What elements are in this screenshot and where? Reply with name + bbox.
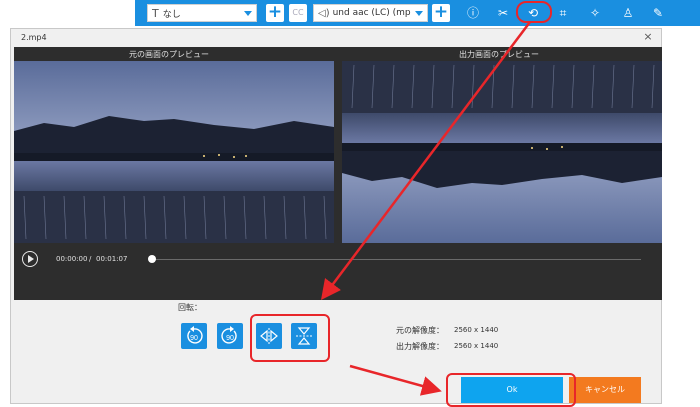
original-preview-label: 元の画面のプレビュー [129,50,209,59]
effects-icon[interactable]: ✧ [585,3,605,23]
rotate-left-text: 90 [190,335,198,342]
top-toolbar: T なし + CC ◁) und aac (LC) (mp + ⓘ ✂ ⟲ ⌗ … [135,0,700,26]
original-resolution-label: 元の解像度： [396,326,444,335]
info-icon[interactable]: ⓘ [463,3,483,23]
rotate-left-icon: 90 [187,326,203,344]
screen: T なし + CC ◁) und aac (LC) (mp + ⓘ ✂ ⟲ ⌗ … [0,0,700,407]
speaker-icon: ◁) [318,7,330,19]
text-icon: T [152,6,159,20]
cut-icon[interactable]: ✂ [493,3,513,23]
seek-track[interactable] [151,259,641,260]
output-preview-image [342,61,662,243]
playback-controls: 00:00:00 / 00:01:07 [14,247,662,271]
rotate-right-icon: 90 [221,326,237,344]
edit-icon[interactable]: ✎ [648,3,668,23]
output-resolution-value: 2560 x 1440 [454,342,499,350]
current-time: 00:00:00 [56,255,88,263]
cancel-button[interactable]: キャンセル [569,377,641,403]
rotate-left-button[interactable]: 90 [181,323,207,349]
flip-buttons-highlight [250,314,330,362]
crop-icon[interactable]: ⌗ [553,3,573,23]
preview-area: 元の画面のプレビュー 出力画面のプレビュー 00:00:00 / 00:01:0… [14,47,662,300]
dialog-title: 2.mp4 [21,33,47,42]
rotate-label: 回転： [178,303,202,312]
original-preview-image [14,61,334,243]
subtitle-select[interactable]: T なし [147,4,257,22]
output-preview-label: 出力画面のプレビュー [459,50,539,59]
add-subtitle-button[interactable]: + [266,4,284,22]
chevron-down-icon [415,11,423,16]
output-resolution-label: 出力解像度： [396,342,444,351]
play-icon[interactable] [22,251,38,267]
add-audio-button[interactable]: + [432,4,450,22]
rotate-dialog: 2.mp4 × 元の画面のプレビュー 出力画面のプレビュー 00:00:00 /… [10,28,662,404]
total-time: 00:01:07 [96,255,128,263]
cc-button[interactable]: CC [289,4,307,22]
time-separator: / [89,255,92,263]
subtitle-select-value: なし [162,9,181,20]
chevron-down-icon [244,11,252,16]
watermark-icon[interactable]: ♙ [618,3,638,23]
ok-button-highlight [446,373,576,407]
seek-handle[interactable] [148,255,156,263]
rotate-icon-highlight [516,1,552,23]
rotate-right-button[interactable]: 90 [217,323,243,349]
audio-track-select[interactable]: ◁) und aac (LC) (mp [313,4,428,22]
rotate-right-text: 90 [226,335,234,342]
original-resolution-value: 2560 x 1440 [454,326,499,334]
audio-track-select-value: und aac (LC) (mp [332,8,411,18]
close-icon[interactable]: × [641,30,655,43]
